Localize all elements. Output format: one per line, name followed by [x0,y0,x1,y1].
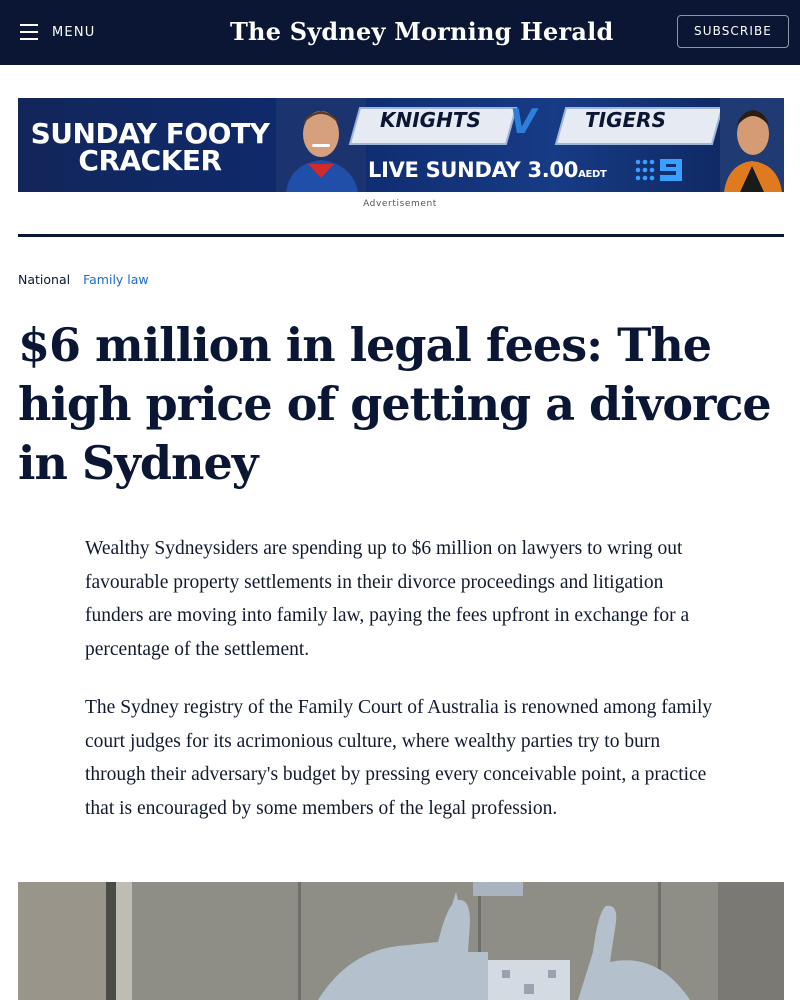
ad-player-image-right [720,98,784,192]
site-header: MENU The Sydney Morning Herald SUBSCRIBE [0,0,800,65]
ad-headline: SUNDAY FOOTY CRACKER [30,117,270,177]
ad-versus: V [510,102,537,142]
article-photo[interactable] [18,882,784,1000]
advertisement-label: Advertisement [363,199,437,209]
ad-timezone: AEDT [578,169,607,180]
ad-team-away: TIGERS [585,108,666,132]
article-headline: $6 million in legal fees: The high price… [18,318,772,490]
breadcrumb: National Family law [18,272,149,287]
breadcrumb-topic-link[interactable]: Family law [83,272,149,287]
breadcrumb-section[interactable]: National [18,272,70,287]
site-logo[interactable]: The Sydney Morning Herald [230,12,613,52]
ad-live-time: LIVE SUNDAY 3.00AEDT [368,158,607,182]
article-paragraph: The Sydney registry of the Family Court … [85,697,713,819]
menu-button[interactable]: MENU [20,18,95,46]
channel-9-logo-icon [635,159,682,181]
ad-team-home: KNIGHTS [380,108,481,132]
menu-label: MENU [52,24,96,40]
article-paragraph: Wealthy Sydneysiders are spending up to … [85,538,690,660]
subscribe-button[interactable]: SUBSCRIBE [677,15,789,48]
advertisement-banner[interactable]: SUNDAY FOOTY CRACKER KNIGHTS V TIGERS LI… [18,98,784,192]
ad-live-text: LIVE SUNDAY 3.00 [368,158,579,182]
section-divider [18,234,784,237]
hamburger-icon [20,24,38,40]
